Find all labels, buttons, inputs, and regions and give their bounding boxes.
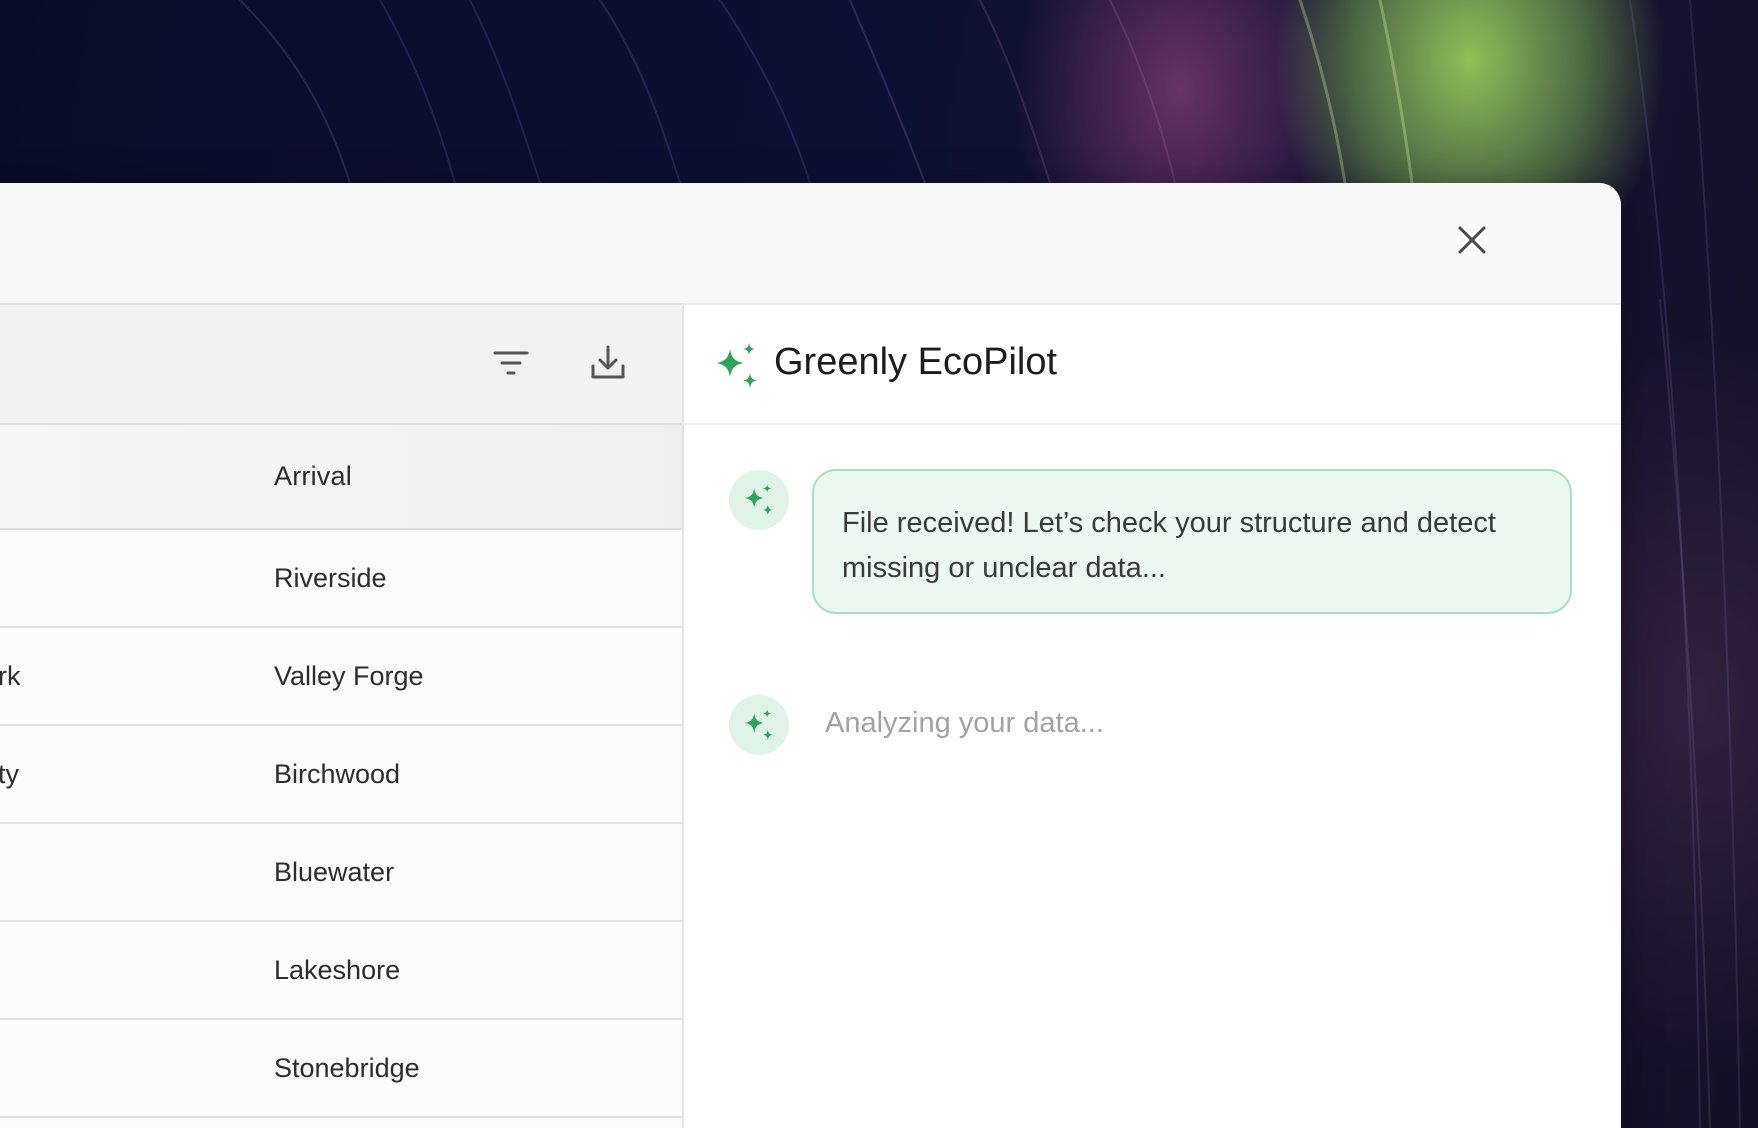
cell-departure: rk — [0, 661, 21, 691]
assistant-avatar — [729, 470, 789, 530]
cell-arrival: Bluewater — [274, 857, 395, 887]
table-row[interactable]: Lakeshore — [0, 922, 682, 1020]
table-row[interactable]: ty Birchwood — [0, 726, 682, 824]
table-row[interactable]: Riverside — [0, 530, 682, 628]
assistant-chat-panel: Greenly EcoPilot File received! Let’s ch… — [684, 303, 1621, 1128]
table-row[interactable]: Stonebridge — [0, 1020, 682, 1118]
column-header-arrival[interactable]: Arrival — [274, 461, 352, 492]
sparkles-icon — [744, 709, 773, 740]
app-window: Arrival Riverside rk Valley Forge ty Bir… — [0, 183, 1621, 1128]
window-titlebar — [0, 183, 1621, 301]
cell-arrival: Stonebridge — [274, 1053, 420, 1083]
assistant-message-bubble: File received! Let’s check your structur… — [812, 469, 1572, 614]
cell-arrival: Lakeshore — [274, 955, 401, 985]
data-table-panel: Arrival Riverside rk Valley Forge ty Bir… — [0, 303, 684, 1128]
filter-icon — [493, 351, 529, 375]
filter-button[interactable] — [485, 337, 537, 389]
cell-arrival: Riverside — [274, 563, 387, 593]
close-icon — [1458, 226, 1486, 254]
assistant-title: Greenly EcoPilot — [774, 341, 1058, 383]
sparkles-icon — [744, 484, 773, 515]
cell-arrival: Birchwood — [274, 759, 401, 789]
table-header-row: Arrival — [0, 425, 682, 530]
table-row[interactable]: rk Valley Forge — [0, 628, 682, 726]
table-body: Riverside rk Valley Forge ty Birchwood B… — [0, 530, 682, 1118]
close-button[interactable] — [1448, 216, 1496, 264]
download-button[interactable] — [582, 337, 634, 389]
assistant-avatar — [729, 695, 789, 755]
cell-departure: ty — [0, 759, 20, 789]
analyzing-status-text: Analyzing your data... — [825, 707, 1104, 739]
table-row[interactable]: Bluewater — [0, 824, 682, 922]
sparkles-icon — [716, 343, 757, 388]
download-icon — [591, 345, 625, 379]
chat-header: Greenly EcoPilot — [684, 305, 1621, 425]
cell-arrival: Valley Forge — [274, 661, 424, 691]
table-toolbar — [0, 305, 682, 425]
